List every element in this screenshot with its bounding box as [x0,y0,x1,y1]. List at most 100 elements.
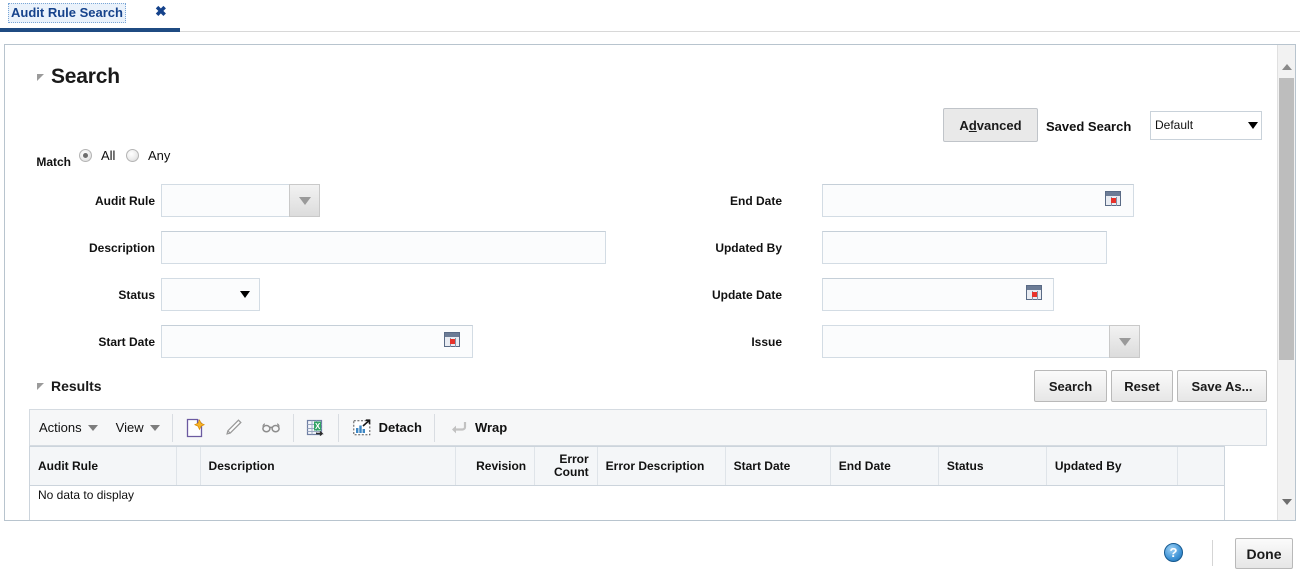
reset-button[interactable]: Reset [1111,370,1173,402]
saved-search-label: Saved Search [1046,119,1132,134]
column-header-description[interactable]: Description [200,447,456,485]
chevron-down-icon [298,196,311,205]
export-to-excel-button[interactable]: X [297,410,335,445]
scroll-down-button[interactable] [1278,493,1295,510]
update-date-input[interactable] [822,278,1054,311]
toolbar-divider [292,413,294,442]
column-header-spacer[interactable] [176,447,201,485]
disclosure-triangle-icon[interactable] [37,382,44,390]
chevron-down-icon[interactable] [240,291,250,298]
view-menu[interactable]: View [107,410,169,445]
scroll-up-button[interactable] [1278,58,1295,75]
save-as-button[interactable]: Save As... [1177,370,1267,402]
panel-scroll-content: Search Match All Any Ad vanced Saved Sear… [5,45,1279,520]
arrow-down-icon [1281,498,1292,505]
advanced-button[interactable]: Ad vanced [943,108,1038,142]
calendar-icon-start-date[interactable] [444,332,460,347]
actions-menu[interactable]: Actions [30,410,107,445]
issue-lov [822,325,1140,358]
export-to-excel-icon: X [306,419,324,436]
arrow-up-icon [1281,63,1292,70]
column-header-audit-rule[interactable]: Audit Rule [30,447,177,485]
column-header-updated-by[interactable]: Updated By [1046,447,1178,485]
create-button[interactable] [176,410,214,445]
wrap-button[interactable]: Wrap [438,410,516,445]
issue-label: Issue [751,335,782,349]
radio-match-any-label[interactable]: Any [148,148,170,163]
match-label: Match [36,155,71,169]
table-empty-message: No data to display [30,486,1224,508]
updated-by-label: Updated By [715,241,782,255]
disclosure-triangle-icon[interactable] [37,73,44,81]
results-toolbar: Actions View X Detach Wrap [29,409,1267,446]
column-header-error-count[interactable]: Error Count [535,447,598,485]
toolbar-divider [433,413,435,442]
updated-by-input[interactable] [822,231,1107,264]
footer-divider [1212,540,1213,566]
chevron-down-icon [87,424,98,431]
detach-button[interactable]: Detach [342,410,431,445]
description-label: Description [88,241,155,255]
audit-rule-lov-button[interactable] [289,184,320,217]
toolbar-divider [171,413,173,442]
advanced-button-label-prefix: A [959,117,969,133]
view-button[interactable] [252,410,290,445]
radio-match-any[interactable] [126,149,139,162]
done-button-label: Done [1246,545,1282,562]
edit-button[interactable] [214,410,252,445]
edit-pencil-icon [225,418,242,435]
search-section-title: Search [51,65,120,88]
tab-label: Audit Rule Search [8,3,126,23]
column-header-revision[interactable]: Revision [455,447,536,485]
tab-strip: Audit Rule Search ✖ [0,0,1300,32]
reset-button-label: Reset [1124,378,1160,394]
view-glasses-icon [261,422,280,432]
calendar-icon-end-date[interactable] [1105,191,1121,206]
wrap-icon [451,421,467,433]
description-input[interactable] [161,231,606,264]
saved-search-select[interactable]: Default [1150,111,1262,140]
main-panel: Search Match All Any Ad vanced Saved Sear… [4,44,1296,521]
column-header-end-date[interactable]: End Date [830,447,939,485]
search-button[interactable]: Search [1034,370,1107,402]
calendar-icon-update-date[interactable] [1026,285,1042,300]
end-date-input[interactable] [822,184,1134,217]
save-as-button-label: Save As... [1191,378,1253,394]
column-header-start-date[interactable]: Start Date [725,447,831,485]
search-button-label: Search [1048,378,1093,394]
issue-input[interactable] [822,325,1109,358]
audit-rule-input[interactable] [161,184,289,217]
radio-match-all-label[interactable]: All [101,148,115,163]
audit-rule-lov [161,184,320,217]
vertical-scrollbar[interactable] [1277,45,1295,520]
start-date-label: Start Date [98,335,155,349]
results-section-header: Results [37,378,102,394]
start-date-input[interactable] [161,325,473,358]
create-icon [186,418,205,437]
results-table: Audit Rule Description Revision Error Co… [29,446,1225,520]
advanced-button-label-suffix: vanced [976,117,1022,133]
table-header-row: Audit Rule Description Revision Error Co… [30,447,1224,486]
view-menu-label: View [115,420,144,435]
footer-bar [0,527,1300,571]
tab-audit-rule-search[interactable]: Audit Rule Search [0,0,180,32]
end-date-label: End Date [729,194,782,208]
scrollbar-thumb[interactable] [1279,78,1294,360]
chevron-down-icon [1118,337,1131,346]
update-date-label: Update Date [711,288,782,302]
close-icon[interactable]: ✖ [155,4,167,18]
chevron-down-icon[interactable] [1248,122,1258,129]
audit-rule-label: Audit Rule [95,194,155,208]
radio-match-all[interactable] [79,149,92,162]
wrap-label: Wrap [474,420,508,435]
column-header-error-description[interactable]: Error Description [597,447,726,485]
advanced-button-accesskey: d [968,117,977,133]
done-button[interactable]: Done [1235,538,1293,569]
chevron-down-icon [149,424,160,431]
status-label: Status [118,288,155,302]
help-icon[interactable]: ? [1164,543,1183,562]
detach-label: Detach [378,420,422,435]
results-section-title: Results [51,378,102,394]
issue-lov-button[interactable] [1109,325,1140,358]
column-header-status[interactable]: Status [938,447,1047,485]
